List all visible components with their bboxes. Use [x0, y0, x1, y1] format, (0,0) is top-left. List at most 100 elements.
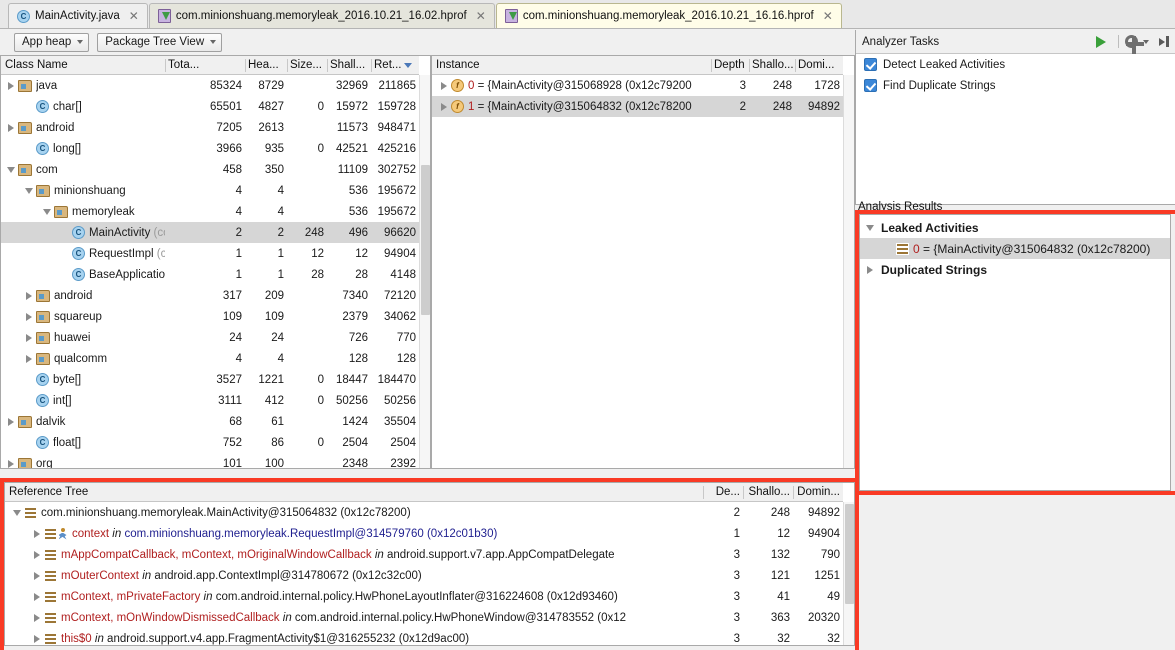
editor-tab[interactable]: C MainActivity.java ✕: [8, 3, 148, 28]
checkbox-checked-icon[interactable]: [864, 58, 877, 71]
twisty-collapsed[interactable]: [862, 265, 877, 274]
analyzer-task-item[interactable]: Find Duplicate Strings: [856, 75, 1175, 96]
twisty-expanded[interactable]: [862, 224, 877, 231]
class-tree-row[interactable]: huawei 24 24 726 770: [1, 327, 419, 348]
class-tree-row[interactable]: C MainActivity (com.m 2 2 248 496 96620: [1, 222, 419, 243]
class-name-label: byte[]: [53, 373, 82, 386]
column-header[interactable]: Ret...: [371, 58, 419, 72]
reference-tree-row[interactable]: com.minionshuang.memoryleak.MainActivity…: [5, 502, 843, 523]
twisty-collapsed[interactable]: [3, 81, 18, 90]
instance-list-rows[interactable]: f 0 = {MainActivity@315068928 (0x12c79200…: [432, 75, 843, 468]
twisty-collapsed[interactable]: [21, 312, 36, 321]
analysis-result-group[interactable]: Leaked Activities: [860, 217, 1170, 238]
twisty-expanded[interactable]: [3, 166, 18, 173]
collapse-right-icon[interactable]: [1159, 36, 1169, 47]
class-tree-row[interactable]: Cfloat[] 752 86 0 2504 2504: [1, 432, 419, 453]
hprof-file-icon: [157, 9, 171, 23]
column-header[interactable]: Shallo...: [749, 58, 795, 72]
class-name-label: org: [36, 457, 53, 469]
class-tree-row[interactable]: Cchar[] 65501 4827 0 15972 159728: [1, 96, 419, 117]
class-tree-row[interactable]: Clong[] 3966 935 0 42521 425216: [1, 138, 419, 159]
chevron-down-icon[interactable]: [1143, 39, 1149, 44]
column-header[interactable]: Reference Tree: [5, 486, 703, 499]
view-selector-dropdown[interactable]: Package Tree View: [97, 32, 223, 52]
twisty-collapsed[interactable]: [3, 459, 18, 468]
twisty-collapsed[interactable]: [436, 102, 451, 111]
class-tree-row[interactable]: qualcomm 4 4 128 128: [1, 348, 419, 369]
class-tree-row[interactable]: squareup 109 109 2379 34062: [1, 306, 419, 327]
twisty-collapsed[interactable]: [21, 333, 36, 342]
close-icon[interactable]: ✕: [476, 10, 486, 22]
scrollbar-thumb[interactable]: [845, 504, 854, 604]
analysis-result-group[interactable]: Duplicated Strings: [860, 259, 1170, 280]
column-header[interactable]: Hea...: [245, 58, 287, 72]
class-tree-row[interactable]: android 7205 2613 11573 948471: [1, 117, 419, 138]
twisty-collapsed[interactable]: [29, 634, 44, 643]
editor-tab[interactable]: com.minionshuang.memoryleak_2016.10.21_1…: [495, 3, 842, 28]
analyzer-task-item[interactable]: Detect Leaked Activities: [856, 54, 1175, 75]
reference-tree-row[interactable]: this$0 in android.support.v4.app.Fragmen…: [5, 628, 843, 645]
class-tree-row[interactable]: java 85324 8729 32969 211865: [1, 75, 419, 96]
column-header[interactable]: Instance: [432, 59, 711, 72]
heap-selector-dropdown[interactable]: App heap: [14, 32, 90, 52]
instance-list-scrollbar[interactable]: [843, 75, 854, 468]
depth-cell: 2: [739, 100, 746, 113]
column-header[interactable]: Shallo...: [743, 485, 793, 499]
twisty-expanded[interactable]: [21, 187, 36, 194]
column-header[interactable]: Tota...: [165, 58, 245, 72]
column-header[interactable]: Domin...: [793, 485, 843, 499]
instance-row[interactable]: f 1 = {MainActivity@315064832 (0x12c78200…: [432, 96, 843, 117]
shallow-size-cell: 363: [770, 611, 790, 624]
instance-row[interactable]: f 0 = {MainActivity@315068928 (0x12c79200…: [432, 75, 843, 96]
scrollbar-thumb[interactable]: [421, 165, 430, 315]
reference-tree-row[interactable]: mAppCompatCallback, mContext, mOriginalW…: [5, 544, 843, 565]
twisty-collapsed[interactable]: [3, 123, 18, 132]
twisty-collapsed[interactable]: [21, 291, 36, 300]
class-list-rows[interactable]: java 85324 8729 32969 211865 Cchar[] 65501 4827…: [1, 75, 419, 468]
reference-tree-row[interactable]: context in com.minionshuang.memoryleak.R…: [5, 523, 843, 544]
class-list-scrollbar[interactable]: [419, 75, 430, 468]
editor-tab[interactable]: com.minionshuang.memoryleak_2016.10.21_1…: [148, 3, 495, 28]
class-tree-row[interactable]: org 101 100 2348 2392: [1, 453, 419, 468]
reference-tree-row[interactable]: mContext, mPrivateFactory in com.android…: [5, 586, 843, 607]
analysis-results-tree[interactable]: Leaked Activities 0 = {MainActivity@31506…: [860, 215, 1170, 280]
class-tree-row[interactable]: dalvik 68 61 1424 35504: [1, 411, 419, 432]
reference-tree-row[interactable]: mOuterContext in android.app.ContextImpl…: [5, 565, 843, 586]
twisty-expanded[interactable]: [39, 208, 54, 215]
twisty-collapsed[interactable]: [3, 417, 18, 426]
twisty-collapsed[interactable]: [21, 354, 36, 363]
analysis-result-item[interactable]: 0 = {MainActivity@315064832 (0x12c78200): [860, 238, 1170, 259]
reference-tree-scrollbar[interactable]: [843, 502, 854, 645]
column-header[interactable]: Shall...: [327, 58, 371, 72]
class-tree-row[interactable]: C BaseApplication (co 1 1 28 28 4148: [1, 264, 419, 285]
twisty-expanded[interactable]: [9, 509, 24, 516]
class-tree-row[interactable]: Cint[] 3111 412 0 50256 50256: [1, 390, 419, 411]
class-tree-row[interactable]: Cbyte[] 3527 1221 0 18447 184470: [1, 369, 419, 390]
twisty-collapsed[interactable]: [29, 550, 44, 559]
twisty-collapsed[interactable]: [29, 529, 44, 538]
twisty-collapsed[interactable]: [436, 81, 451, 90]
close-icon[interactable]: ✕: [129, 10, 139, 22]
column-header[interactable]: Domi...: [795, 58, 843, 72]
column-header[interactable]: De...: [703, 485, 743, 499]
checkbox-checked-icon[interactable]: [864, 79, 877, 92]
class-tree-row[interactable]: android 317 209 7340 72120: [1, 285, 419, 306]
reference-tree-rows[interactable]: com.minionshuang.memoryleak.MainActivity…: [5, 502, 843, 645]
twisty-collapsed[interactable]: [29, 613, 44, 622]
twisty-collapsed[interactable]: [29, 571, 44, 580]
class-tree-row[interactable]: memoryleak 4 4 536 195672: [1, 201, 419, 222]
class-tree-row[interactable]: C RequestImpl (com.n 1 1 12 12 94904: [1, 243, 419, 264]
class-tree-row[interactable]: com 458 350 11109 302752: [1, 159, 419, 180]
play-icon[interactable]: [1096, 35, 1106, 48]
class-tree-row[interactable]: minionshuang 4 4 536 195672: [1, 180, 419, 201]
twisty-collapsed[interactable]: [29, 592, 44, 601]
reference-tree-row[interactable]: mContext, mOnWindowDismissedCallback in …: [5, 607, 843, 628]
column-header[interactable]: Size...: [287, 58, 327, 72]
retained-size-cell: 195672: [377, 205, 416, 218]
column-header[interactable]: Class Name: [1, 59, 165, 72]
column-header[interactable]: Depth: [711, 58, 749, 72]
heap-count-cell: 4: [277, 184, 284, 197]
close-icon[interactable]: ✕: [823, 10, 833, 22]
gear-icon[interactable]: [1125, 34, 1144, 54]
analyzer-task-list[interactable]: Detect Leaked Activities Find Duplicate S…: [856, 54, 1175, 96]
